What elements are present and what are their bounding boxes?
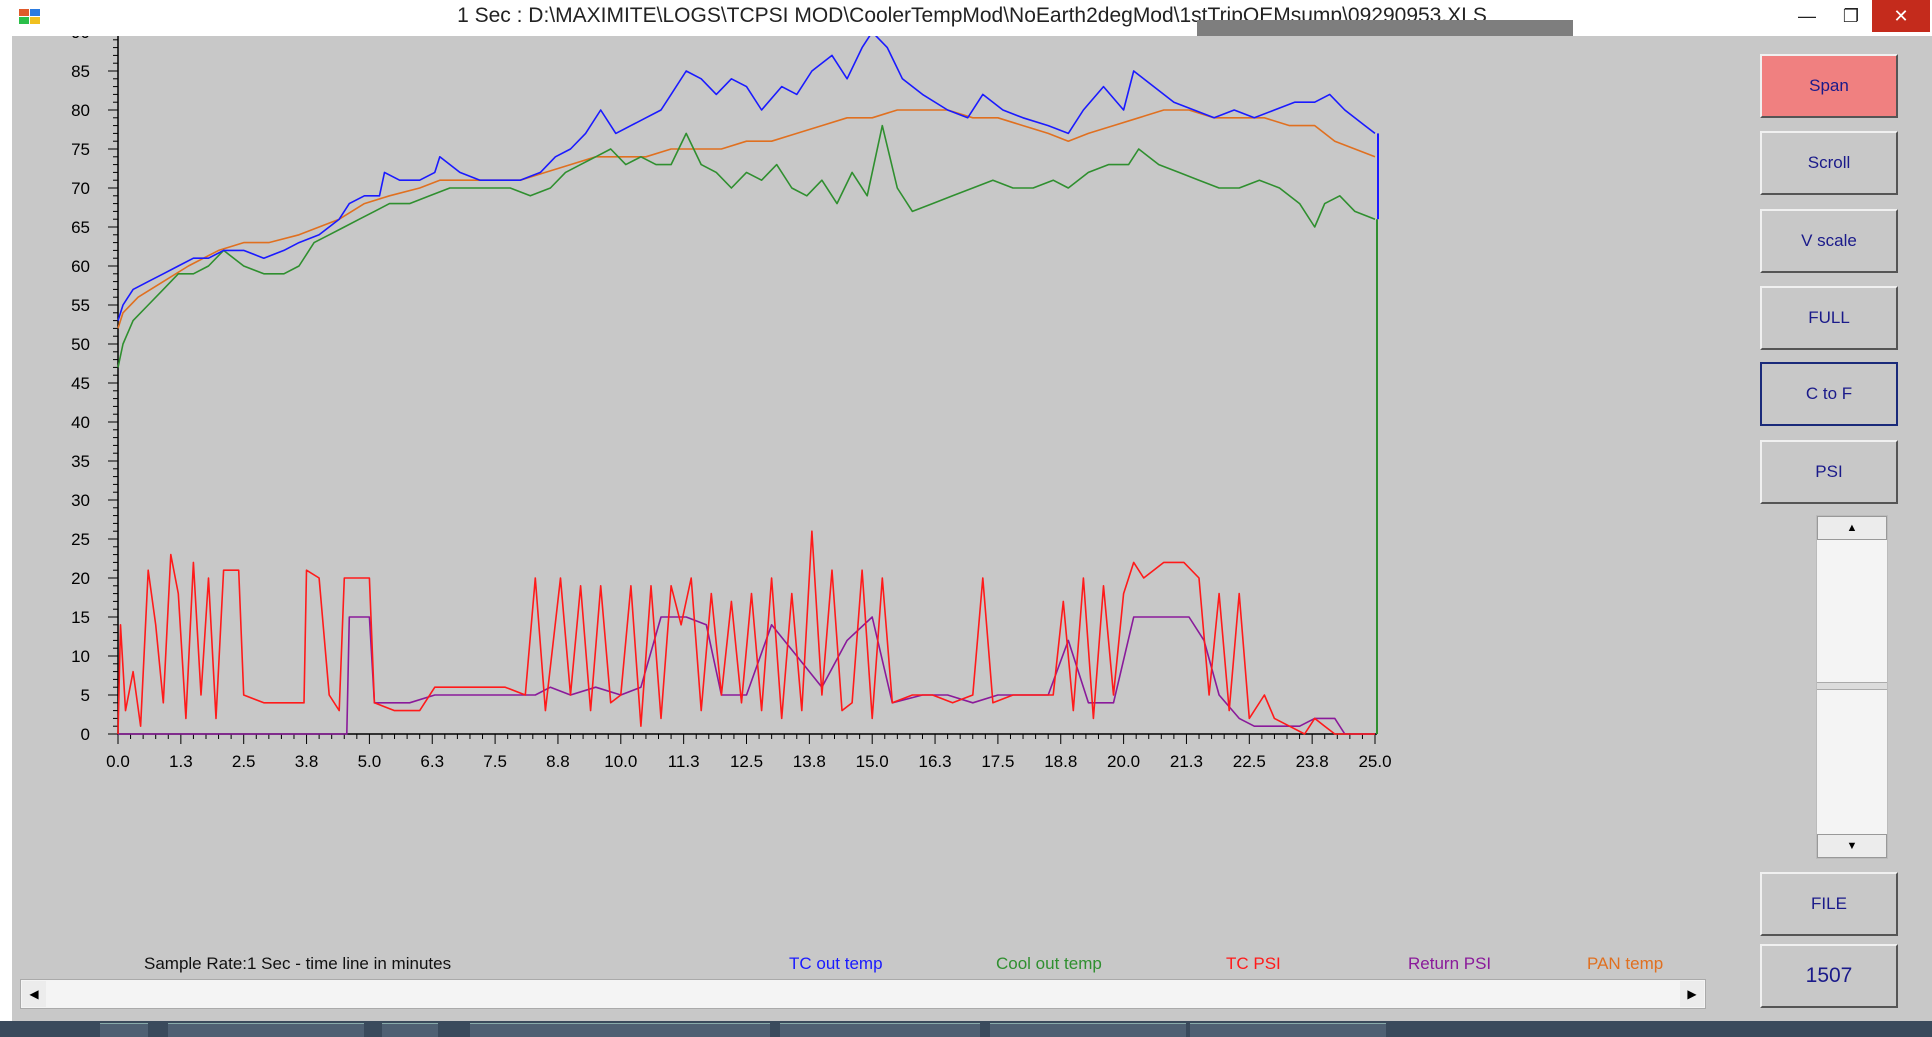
y-tick-label: 35 (71, 452, 90, 471)
series-line-pan-temp (117, 109, 1376, 329)
c-to-f-button[interactable]: C to F (1760, 362, 1898, 426)
x-tick-label: 18.8 (1044, 752, 1077, 771)
y-tick-label: 45 (71, 374, 90, 393)
y-tick-label: 20 (71, 569, 90, 588)
y-tick-label: 5 (81, 686, 90, 705)
x-tick-label: 16.3 (919, 752, 952, 771)
y-tick-label: 65 (71, 218, 90, 237)
x-tick-label: 6.3 (420, 752, 444, 771)
taskbar-item[interactable] (168, 1023, 364, 1037)
y-tick-label: 60 (71, 257, 90, 276)
y-tick-label: 10 (71, 647, 90, 666)
x-tick-label: 11.3 (668, 752, 700, 771)
x-tick-label: 22.5 (1233, 752, 1266, 771)
x-tick-label: 3.8 (295, 752, 319, 771)
y-tick-label: 15 (71, 608, 90, 627)
sample-count-display: 1507 (1760, 944, 1898, 1008)
x-tick-label: 20.0 (1107, 752, 1140, 771)
y-tick-label: 50 (71, 335, 90, 354)
legend-tc-out-temp: TC out temp (789, 954, 883, 973)
scroll-thumb[interactable] (1817, 682, 1887, 690)
title-bar: 1 Sec : D:\MAXIMITE\LOGS\TCPSI MOD\Coole… (12, 0, 1932, 36)
window-left-edge (0, 0, 12, 1037)
scroll-down-arrow[interactable]: ▼ (1817, 834, 1887, 858)
x-tick-label: 13.8 (793, 752, 826, 771)
x-tick-label: 10.0 (604, 752, 637, 771)
psi-button[interactable]: PSI (1760, 440, 1898, 504)
legend-cool-out-temp: Cool out temp (996, 954, 1102, 973)
legend-pan-temp: PAN temp (1587, 954, 1664, 973)
x-tick-label: 0.0 (106, 752, 130, 771)
close-button[interactable]: ✕ (1872, 0, 1930, 32)
taskbar-item[interactable] (382, 1023, 438, 1037)
series-line-return-psi (118, 616, 1375, 735)
y-tick-label: 90 (71, 36, 90, 42)
vscale-button[interactable]: V scale (1760, 209, 1898, 273)
x-tick-label: 2.5 (232, 752, 256, 771)
title-overlay-bar (1197, 20, 1573, 36)
y-tick-label: 25 (71, 530, 90, 549)
horizontal-scrollbar[interactable]: ◀ ▶ (20, 979, 1706, 1009)
vertical-scrollbar[interactable]: ▲ ▼ (1816, 515, 1888, 859)
app-area: 0 5 10 15 20 25 30 35 40 45 50 55 60 65 70 75 80 85 90 0.0 1… (12, 36, 1932, 1021)
series-line-tc-out-temp (117, 36, 1376, 321)
taskbar-item[interactable] (780, 1023, 980, 1037)
scroll-up-arrow[interactable]: ▲ (1817, 516, 1887, 540)
span-button[interactable]: Span (1760, 54, 1898, 118)
series-line-tc-psi (117, 530, 1375, 735)
y-tick-label: 75 (71, 140, 90, 159)
taskbar-item[interactable] (990, 1023, 1186, 1037)
x-tick-label: 21.3 (1170, 752, 1203, 771)
x-tick-label: 7.5 (483, 752, 507, 771)
taskbar (0, 1021, 1932, 1037)
x-tick-label: 15.0 (856, 752, 889, 771)
legend-return-psi: Return PSI (1408, 954, 1492, 973)
full-button[interactable]: FULL (1760, 286, 1898, 350)
y-tick-label: 80 (71, 101, 90, 120)
x-tick-label: 5.0 (358, 752, 382, 771)
y-tick-label: 40 (71, 413, 90, 432)
taskbar-item[interactable] (1190, 1023, 1386, 1037)
taskbar-item[interactable] (100, 1023, 148, 1037)
window-title: 1 Sec : D:\MAXIMITE\LOGS\TCPSI MOD\Coole… (457, 4, 1487, 27)
y-tick-label: 85 (71, 62, 90, 81)
x-tick-label: 12.5 (730, 752, 763, 771)
y-tick-label: 30 (71, 491, 90, 510)
file-button[interactable]: FILE (1760, 872, 1898, 936)
x-tick-label: 17.5 (981, 752, 1014, 771)
legend-tc-psi: TC PSI (1226, 954, 1281, 973)
minimize-button[interactable]: — (1784, 0, 1830, 32)
chart: 0 5 10 15 20 25 30 35 40 45 50 55 60 65 70 75 80 85 90 0.0 1… (71, 36, 1392, 771)
maximize-button[interactable]: ❐ (1828, 0, 1874, 32)
taskbar-item[interactable] (470, 1023, 770, 1037)
scroll-right-arrow[interactable]: ▶ (1680, 981, 1704, 1007)
x-tick-label: 23.8 (1296, 752, 1329, 771)
series-line-cool-out-temp (117, 124, 1376, 368)
y-tick-label: 0 (81, 725, 90, 744)
scroll-left-arrow[interactable]: ◀ (22, 981, 46, 1007)
x-tick-label: 8.8 (546, 752, 570, 771)
x-tick-label: 25.0 (1358, 752, 1391, 771)
x-tick-label: 1.3 (169, 752, 193, 771)
y-tick-label: 55 (71, 296, 90, 315)
sample-rate-label: Sample Rate:1 Sec - time line in minutes (144, 954, 452, 973)
y-tick-label: 70 (71, 179, 90, 198)
scroll-button[interactable]: Scroll (1760, 131, 1898, 195)
